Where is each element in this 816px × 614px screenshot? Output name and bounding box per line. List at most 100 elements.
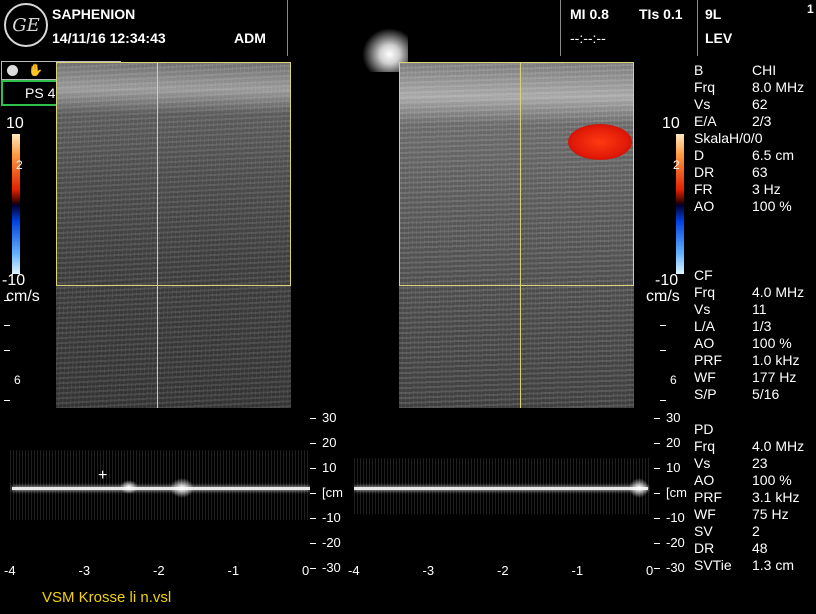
depth-tick-mark [4, 300, 10, 301]
page-indicator: 1 [807, 2, 814, 16]
x-tick-label: -3 [78, 563, 91, 578]
y-tick-mark [654, 518, 660, 519]
param-value: 100 % [752, 335, 792, 351]
y-tick-label: -10 [666, 510, 685, 525]
param-value: 3.1 kHz [752, 489, 800, 505]
param-value: 4.0 MHz [752, 284, 805, 300]
y-tick-label: 10 [322, 460, 337, 475]
y-tick-label: [cm [666, 485, 687, 500]
operator-label: ADM [234, 30, 266, 46]
y-tick-mark [310, 568, 316, 569]
depth-tick-mark [4, 325, 10, 326]
header-divider [560, 0, 561, 56]
right-spectral-trace[interactable] [354, 410, 650, 560]
x-tick-label: -2 [497, 563, 509, 578]
y-tick-mark [654, 493, 660, 494]
left-spectral-trace[interactable]: + [10, 410, 310, 560]
record-icon[interactable] [7, 65, 18, 76]
y-tick-mark [310, 468, 316, 469]
param-key: SkalaH/0/0 [694, 130, 763, 146]
app-name: SAPHENION [52, 6, 136, 22]
y-tick-label: 30 [666, 410, 681, 425]
param-key: AO [694, 472, 715, 488]
param-value: 48 [752, 540, 768, 556]
left-color-scale [12, 134, 20, 274]
right-color-box[interactable] [399, 62, 634, 286]
left-doppler-cursor-line[interactable] [157, 62, 158, 408]
param-value: 75 Hz [752, 506, 789, 522]
timer-placeholder: --:--:-- [570, 30, 606, 46]
param-key: Frq [694, 79, 715, 95]
param-key: AO [694, 198, 715, 214]
param-key: Vs [694, 96, 711, 112]
y-tick-label: 20 [322, 435, 337, 450]
y-tick-label: -10 [322, 510, 341, 525]
left-scale-top: 10 [6, 115, 24, 132]
param-key: B [694, 62, 704, 78]
right-doppler-cursor-line[interactable] [520, 62, 521, 408]
left-color-box[interactable] [56, 62, 291, 286]
param-value: 4.0 MHz [752, 438, 805, 454]
param-value: 177 Hz [752, 369, 797, 385]
param-key: PRF [694, 352, 722, 368]
y-tick-mark [654, 568, 660, 569]
y-tick-mark [654, 443, 660, 444]
y-tick-mark [310, 543, 316, 544]
param-key: PRF [694, 489, 722, 505]
param-value: 3 Hz [752, 181, 781, 197]
depth-tick-mark [4, 350, 10, 351]
x-tick-label: -4 [348, 563, 360, 578]
right-scale-top: 10 [662, 115, 680, 132]
hand-icon[interactable]: ✋ [28, 63, 43, 77]
depth-tick-mark [660, 300, 666, 301]
mechanical-index: MI 0.8 [570, 6, 609, 22]
cursor-cross[interactable]: + [98, 467, 107, 485]
y-tick-label: [cm [322, 485, 343, 500]
header-divider [287, 0, 288, 56]
param-key: Frq [694, 284, 715, 300]
param-value: 2 [752, 523, 760, 539]
param-key: AO [694, 335, 715, 351]
thermal-index: TIs 0.1 [639, 6, 683, 22]
preset-name: LEV [705, 30, 733, 46]
annotation-caption[interactable]: VSM Krosse li n.vsl [42, 589, 171, 606]
y-tick-mark [654, 543, 660, 544]
y-tick-mark [310, 418, 316, 419]
param-key: WF [694, 506, 716, 522]
param-key: L/A [694, 318, 716, 334]
param-key: Vs [694, 301, 711, 317]
spectral-peak [629, 478, 649, 498]
y-tick-mark [310, 493, 316, 494]
param-value: CHI [752, 62, 777, 78]
param-value: 1.3 cm [752, 557, 795, 573]
spectral-peak [120, 480, 138, 494]
param-key: S/P [694, 386, 717, 402]
x-tick-label: -1 [571, 563, 584, 578]
param-key: DR [694, 164, 715, 180]
param-value: 2/3 [752, 113, 772, 129]
y-tick-mark [654, 468, 660, 469]
y-tick-label: -20 [666, 535, 685, 550]
param-value: 5/16 [752, 386, 780, 402]
x-tick-label: -4 [4, 563, 16, 578]
spectral-noise [354, 458, 650, 514]
depth-tick-mark [660, 325, 666, 326]
param-value: 100 % [752, 472, 792, 488]
depth-tick-mark [660, 350, 666, 351]
param-value: 63 [752, 164, 768, 180]
y-tick-label: -30 [666, 560, 685, 575]
exam-datetime: 14/11/16 12:34:43 [52, 30, 166, 46]
param-key: FR [694, 181, 713, 197]
spectral-peak [170, 478, 194, 498]
spectral-baseline [354, 487, 648, 490]
param-value: 23 [752, 455, 768, 471]
header-divider [697, 0, 698, 56]
param-key: CF [694, 267, 713, 283]
color-flow-signal [568, 124, 632, 160]
param-value: 6.5 cm [752, 147, 795, 163]
y-tick-label: -20 [322, 535, 341, 550]
y-tick-label: 30 [322, 410, 337, 425]
x-tick-label: 0 [302, 563, 310, 578]
param-key: E/A [694, 113, 717, 129]
y-tick-mark [310, 443, 316, 444]
